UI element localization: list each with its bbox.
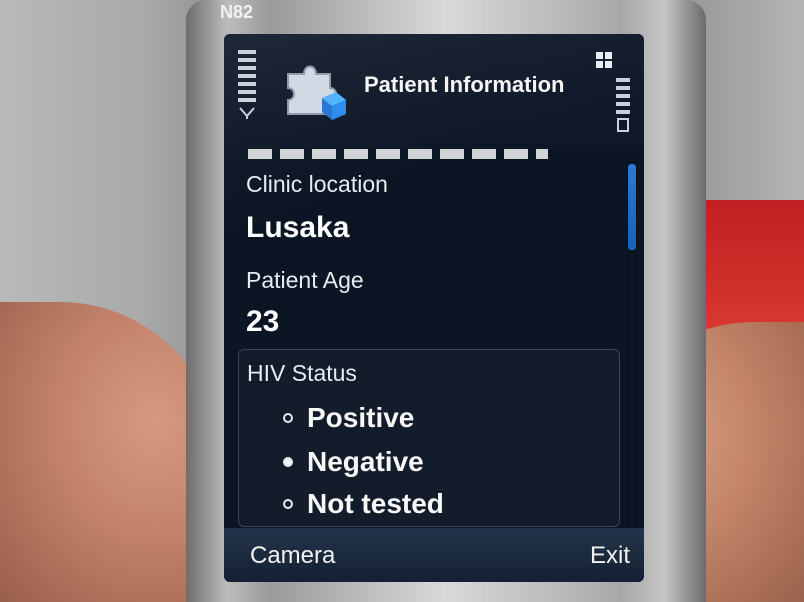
signal-strength-icon bbox=[238, 50, 256, 130]
radio-label-not-tested: Not tested bbox=[307, 488, 444, 519]
radio-button-selected-icon bbox=[283, 457, 293, 467]
radio-label-positive: Positive bbox=[307, 402, 415, 433]
vertical-scrollbar[interactable] bbox=[626, 154, 638, 534]
radio-button-icon bbox=[283, 413, 293, 423]
grid-icon[interactable] bbox=[596, 52, 612, 68]
radio-option-positive[interactable]: Positive bbox=[283, 402, 414, 434]
radio-label-negative: Negative bbox=[307, 446, 424, 477]
clinic-location-label: Clinic location bbox=[246, 171, 388, 197]
softkey-bar: Camera Exit bbox=[224, 528, 644, 582]
form-content: Clinic location Lusaka Patient Age 23 HI… bbox=[224, 149, 624, 532]
patient-age-label: Patient Age bbox=[246, 267, 364, 293]
clinic-location-value[interactable]: Lusaka bbox=[246, 211, 349, 245]
patient-age-value[interactable]: 23 bbox=[246, 305, 279, 339]
puzzle-piece-icon bbox=[278, 54, 348, 124]
app-header: Patient Information bbox=[224, 34, 644, 149]
radio-button-icon bbox=[283, 499, 293, 509]
device-model-label: N82 bbox=[220, 2, 254, 22]
phone-screen: Patient Information Clinic location Lusa… bbox=[224, 34, 644, 582]
camera-softkey[interactable]: Camera bbox=[250, 542, 335, 570]
radio-option-not-tested[interactable]: Not tested bbox=[283, 488, 444, 520]
hiv-status-label: HIV Status bbox=[247, 360, 357, 386]
battery-icon bbox=[616, 78, 630, 134]
page-title: Patient Information bbox=[364, 72, 565, 97]
hiv-status-group: HIV Status Positive Negative Not tested bbox=[238, 349, 620, 527]
scrollbar-thumb[interactable] bbox=[628, 164, 636, 250]
exit-softkey[interactable]: Exit bbox=[590, 542, 630, 570]
clipped-previous-field bbox=[248, 149, 548, 159]
radio-option-negative[interactable]: Negative bbox=[283, 446, 424, 478]
